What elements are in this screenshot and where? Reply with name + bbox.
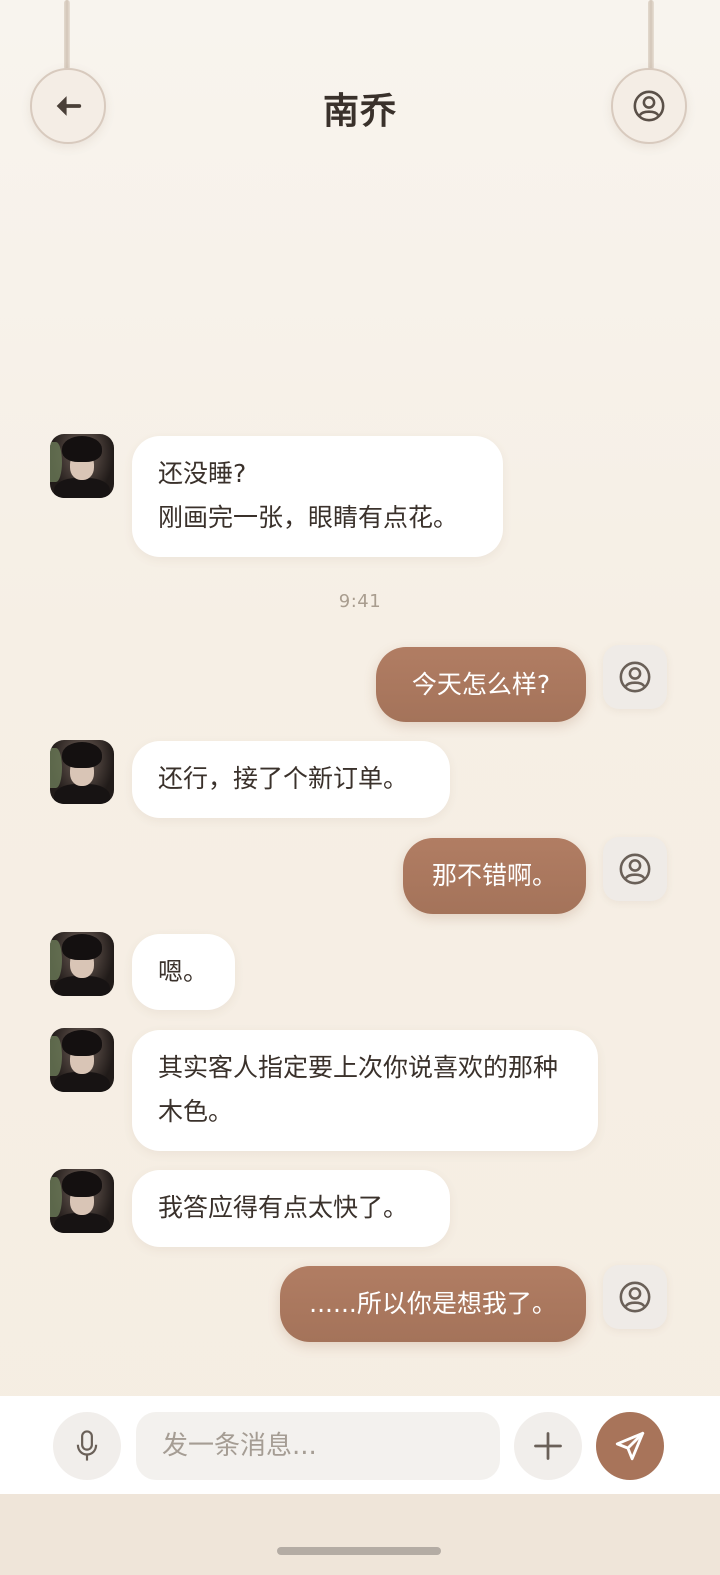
outgoing-message-bubble[interactable]: 今天怎么样? [376,647,586,722]
contact-avatar[interactable] [50,932,114,996]
message-text: 我答应得有点太快了。 [158,1193,409,1222]
user-avatar[interactable] [603,1265,667,1329]
avatar-shirt-detail [54,784,110,804]
avatar-shirt-detail [54,478,110,498]
bottom-safe-area [0,1494,720,1575]
message-text: 今天怎么样? [411,670,551,699]
avatar-hair-detail [62,436,102,462]
incoming-message-bubble[interactable]: 我答应得有点太快了。 [132,1170,450,1247]
send-icon [615,1431,645,1461]
user-circle-icon [619,853,651,885]
contact-avatar[interactable] [50,434,114,498]
user-avatar[interactable] [603,837,667,901]
user-circle-icon [619,661,651,693]
message-input-bar [0,1396,720,1494]
voice-button[interactable] [53,1412,121,1480]
outgoing-message-bubble[interactable]: ......所以你是想我了。 [280,1266,586,1342]
incoming-message-bubble[interactable]: 还没睡? 刚画完一张，眼睛有点花。 [132,436,503,557]
user-avatar[interactable] [603,645,667,709]
avatar-hair-detail [62,934,102,960]
message-text-line: 还没睡? [158,459,247,488]
avatar-hair-detail [62,1030,102,1056]
avatar-plant-detail [50,748,62,788]
send-button[interactable] [596,1412,664,1480]
decorative-hanging-line-right [648,0,654,70]
contact-avatar[interactable] [50,1169,114,1233]
message-text: 那不错啊。 [431,861,557,890]
add-attachment-button[interactable] [514,1412,582,1480]
message-text: 其实客人指定要上次你说喜欢的那种木色。 [158,1053,559,1126]
user-circle-icon [633,90,665,122]
message-text: ......所以你是想我了。 [309,1289,557,1318]
decorative-hanging-line-left [64,0,70,70]
avatar-plant-detail [50,1177,62,1217]
avatar-shirt-detail [54,976,110,996]
message-timestamp: 9:41 [338,591,382,612]
incoming-message-bubble[interactable]: 嗯。 [132,934,235,1010]
plus-icon [534,1432,562,1460]
contact-avatar[interactable] [50,740,114,804]
avatar-shirt-detail [54,1213,110,1233]
avatar-shirt-detail [54,1072,110,1092]
contact-avatar[interactable] [50,1028,114,1092]
incoming-message-bubble[interactable]: 还行，接了个新订单。 [132,741,450,818]
outgoing-message-bubble[interactable]: 那不错啊。 [403,838,586,914]
message-input[interactable] [136,1412,500,1480]
avatar-plant-detail [50,940,62,980]
user-circle-icon [619,1281,651,1313]
microphone-icon [76,1430,98,1461]
avatar-plant-detail [50,1036,62,1076]
avatar-hair-detail [62,1171,102,1197]
avatar-hair-detail [62,742,102,768]
avatar-plant-detail [50,442,62,482]
home-indicator[interactable] [277,1547,441,1555]
incoming-message-bubble[interactable]: 其实客人指定要上次你说喜欢的那种木色。 [132,1030,598,1151]
message-text: 嗯。 [158,957,209,986]
profile-button[interactable] [611,68,687,144]
message-text: 还行，接了个新订单。 [158,764,409,793]
message-text-line: 刚画完一张，眼睛有点花。 [158,503,459,532]
